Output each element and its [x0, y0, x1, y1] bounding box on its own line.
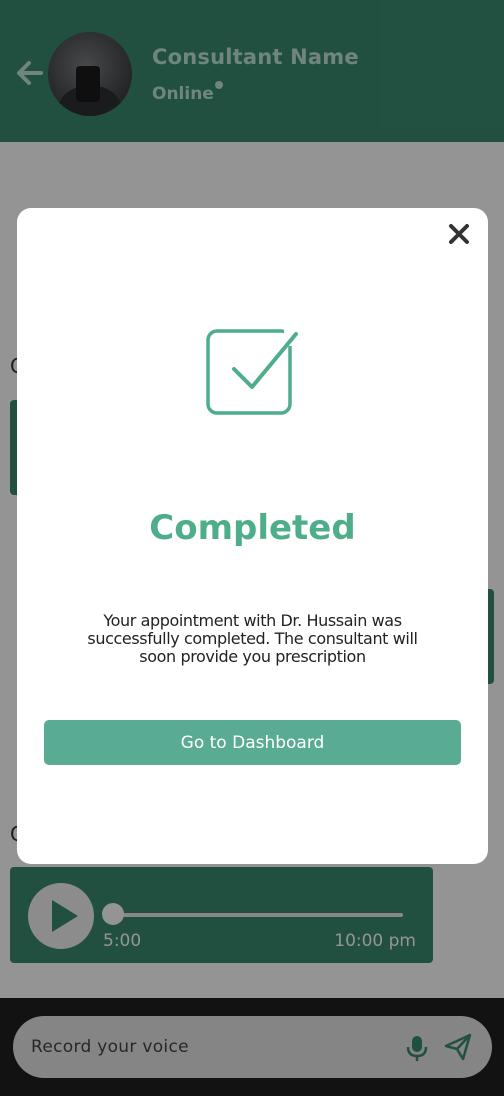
go-to-dashboard-button[interactable]: Go to Dashboard	[44, 720, 461, 765]
modal-title: Completed	[149, 508, 356, 548]
completion-modal: Completed Your appointment with Dr. Huss…	[17, 208, 488, 864]
modal-message: Your appointment with Dr. Hussain was su…	[87, 611, 418, 666]
close-icon[interactable]	[445, 220, 473, 248]
checkbox-checked-icon	[206, 326, 301, 415]
